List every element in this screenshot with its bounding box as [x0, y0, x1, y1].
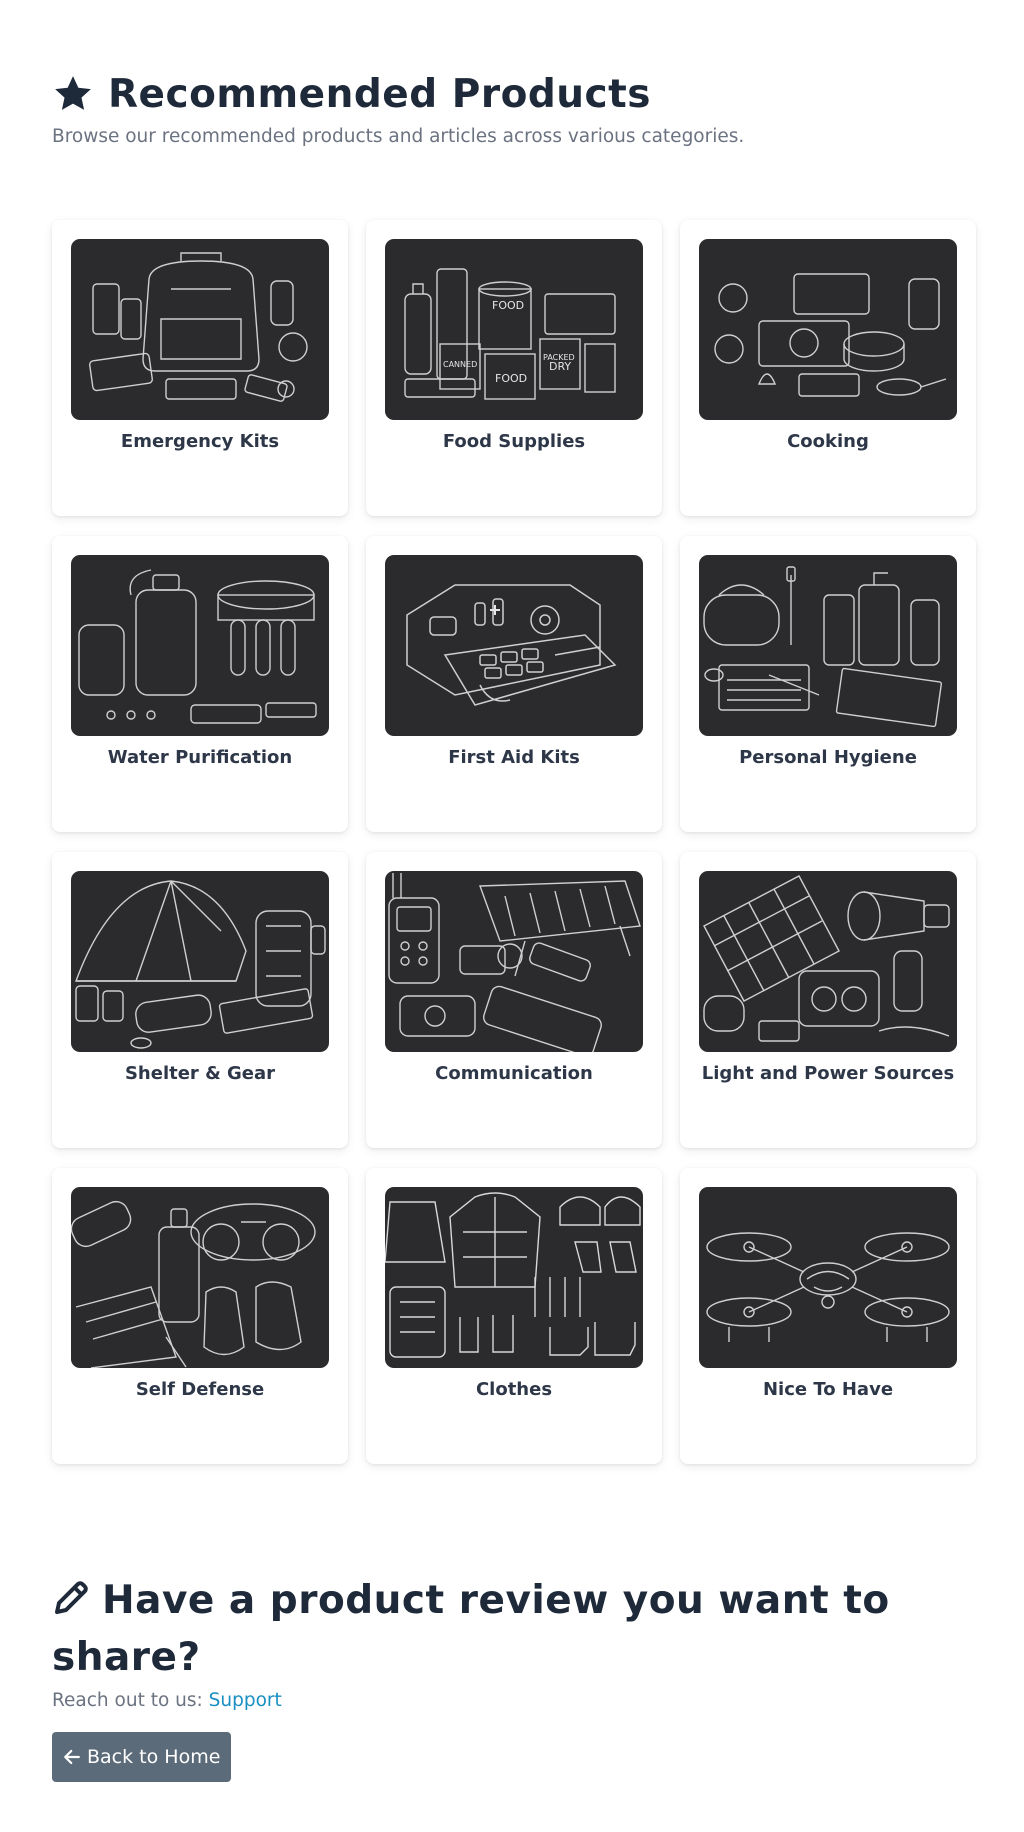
category-card-shelter-gear[interactable]: Shelter & Gear [52, 852, 348, 1148]
review-heading: Have a product review you want to share? [52, 1572, 904, 1686]
review-heading-text: Have a product review you want to share? [52, 1578, 890, 1680]
category-card-food-supplies[interactable]: FOOD FOOD PACKED DRY CANNED Food Supplie… [366, 220, 662, 516]
category-card-clothes[interactable]: Clothes [366, 1168, 662, 1464]
gas-mask-gloves-image [71, 1187, 329, 1368]
jacket-boots-image [385, 1187, 643, 1368]
category-label: Food Supplies [442, 431, 586, 452]
flashlight-solar-image [699, 871, 957, 1052]
svg-text:DRY: DRY [549, 360, 571, 373]
category-label: Clothes [475, 1379, 553, 1400]
canned-food-image: FOOD FOOD PACKED DRY CANNED [385, 239, 643, 420]
category-card-personal-hygiene[interactable]: Personal Hygiene [680, 536, 976, 832]
category-card-water-purification[interactable]: Water Purification [52, 536, 348, 832]
review-section: Have a product review you want to share?… [52, 1572, 904, 1782]
category-label: Personal Hygiene [739, 747, 917, 768]
category-label: Shelter & Gear [124, 1063, 276, 1084]
svg-text:FOOD: FOOD [492, 299, 524, 312]
drone-image [699, 1187, 957, 1368]
category-label: Self Defense [135, 1379, 265, 1400]
camp-stove-image [699, 239, 957, 420]
pencil-icon [55, 1581, 88, 1614]
hygiene-bottles-image [699, 555, 957, 736]
category-label: First Aid Kits [448, 747, 580, 768]
category-label: Nice To Have [762, 1379, 894, 1400]
category-label: Water Purification [107, 747, 293, 768]
svg-text:CANNED: CANNED [443, 360, 477, 369]
category-card-self-defense[interactable]: Self Defense [52, 1168, 348, 1464]
arrow-left-icon [64, 1749, 80, 1765]
star-icon [55, 76, 91, 110]
back-to-home-label: Back to Home [87, 1746, 221, 1768]
category-card-nice-to-have[interactable]: Nice To Have [680, 1168, 976, 1464]
category-card-communication[interactable]: Communication [366, 852, 662, 1148]
category-label: Emergency Kits [120, 431, 280, 452]
category-grid: Emergency Kits FOOD FOOD PACKED DRY CANN… [52, 220, 976, 1464]
category-card-light-power[interactable]: Light and Power Sources [680, 852, 976, 1148]
page-subtitle: Browse our recommended products and arti… [52, 126, 745, 147]
category-card-emergency-kits[interactable]: Emergency Kits [52, 220, 348, 516]
reach-out-text: Reach out to us: Support [52, 1690, 904, 1711]
page-header: Recommended Products Browse our recommen… [52, 71, 972, 148]
page-title: Recommended Products [108, 71, 652, 117]
svg-text:FOOD: FOOD [495, 372, 527, 385]
tent-image [71, 871, 329, 1052]
page: Recommended Products Browse our recommen… [0, 0, 1024, 1832]
title-row: Recommended Products [52, 71, 972, 117]
first-aid-case-image [385, 555, 643, 736]
reach-out-label: Reach out to us: [52, 1690, 209, 1711]
water-filter-image [71, 555, 329, 736]
category-card-first-aid-kits[interactable]: First Aid Kits [366, 536, 662, 832]
category-label: Cooking [787, 431, 869, 452]
category-card-cooking[interactable]: Cooking [680, 220, 976, 516]
backpack-kit-image [71, 239, 329, 420]
category-label: Light and Power Sources [701, 1063, 955, 1084]
radio-solar-panel-image [385, 871, 643, 1052]
support-link[interactable]: Support [209, 1690, 282, 1711]
back-to-home-button[interactable]: Back to Home [52, 1732, 232, 1782]
category-label: Communication [435, 1063, 593, 1084]
